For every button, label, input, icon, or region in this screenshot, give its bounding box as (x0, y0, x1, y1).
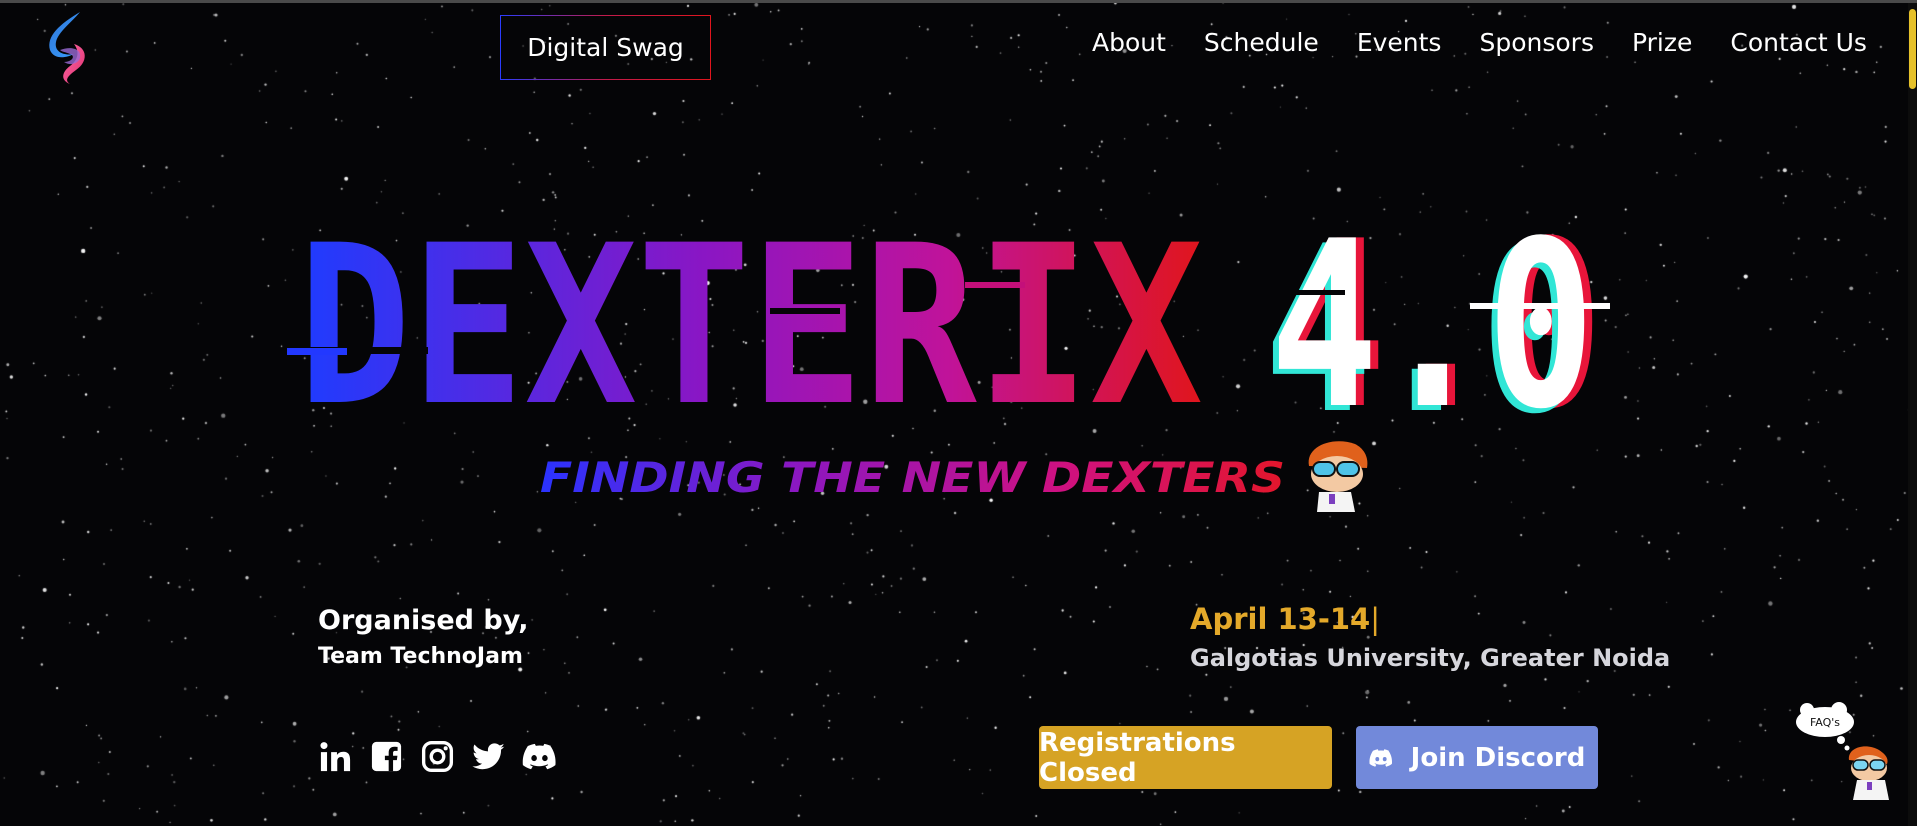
join-discord-button[interactable]: Join Discord (1356, 726, 1598, 789)
glitch-slice (965, 282, 1025, 288)
nav-sponsors[interactable]: Sponsors (1479, 28, 1594, 57)
registrations-closed-label: Registrations Closed (1039, 727, 1236, 788)
dexter-faq-icon (1848, 746, 1889, 800)
registrations-closed-button[interactable]: Registrations Closed (1039, 726, 1332, 789)
facebook-icon[interactable] (369, 739, 404, 774)
faq-widget[interactable]: FAQ's (1795, 702, 1895, 802)
glitch-slice (630, 376, 675, 381)
organiser-block: Organised by, Team TechnoJam (318, 605, 529, 669)
digital-swag-button[interactable]: Digital Swag (500, 15, 711, 80)
site-logo[interactable] (40, 10, 96, 86)
main-nav: About Schedule Events Sponsors Prize Con… (1092, 28, 1867, 57)
hero-banner: DEXTERIX 4.0 4.0 4.0 FINDING THE NEW DEX… (287, 193, 1610, 512)
nav-contact-us[interactable]: Contact Us (1730, 28, 1867, 57)
faq-label: FAQ's (1810, 716, 1840, 729)
social-links (318, 739, 557, 774)
discord-icon[interactable] (522, 739, 557, 774)
event-date: April 13-14 (1190, 602, 1371, 636)
nav-events[interactable]: Events (1357, 28, 1442, 57)
organiser-label: Organised by, (318, 605, 529, 636)
event-venue: Galgotias University, Greater Noida (1190, 644, 1671, 672)
glitch-slice (1470, 303, 1610, 309)
digital-swag-label: Digital Swag (527, 33, 684, 62)
hero-version: 4.0 4.0 4.0 (1264, 193, 1603, 465)
glitch-slice (287, 348, 347, 355)
nav-schedule[interactable]: Schedule (1204, 28, 1319, 57)
organiser-name: Team TechnoJam (318, 644, 523, 669)
nav-prize[interactable]: Prize (1632, 28, 1692, 57)
join-discord-label: Join Discord (1410, 742, 1586, 773)
event-info: April 13-14| Galgotias University, Great… (1190, 602, 1670, 672)
instagram-icon[interactable] (420, 739, 455, 774)
discord-icon (1369, 748, 1392, 767)
hero-version-text: 4.0 (1270, 193, 1595, 460)
typing-caret: | (1370, 602, 1381, 636)
glitch-slice (770, 308, 840, 314)
glitch-slice (1275, 290, 1345, 295)
hero-title: DEXTERIX (298, 198, 1203, 454)
dexter-mascot-icon (1308, 441, 1368, 512)
hero-tagline: FINDING THE NEW DEXTERS (540, 453, 1285, 502)
nav-about[interactable]: About (1092, 28, 1166, 57)
event-date-row: April 13-14| (1190, 602, 1670, 636)
twitter-icon[interactable] (471, 739, 506, 774)
linkedin-icon[interactable] (318, 739, 353, 774)
